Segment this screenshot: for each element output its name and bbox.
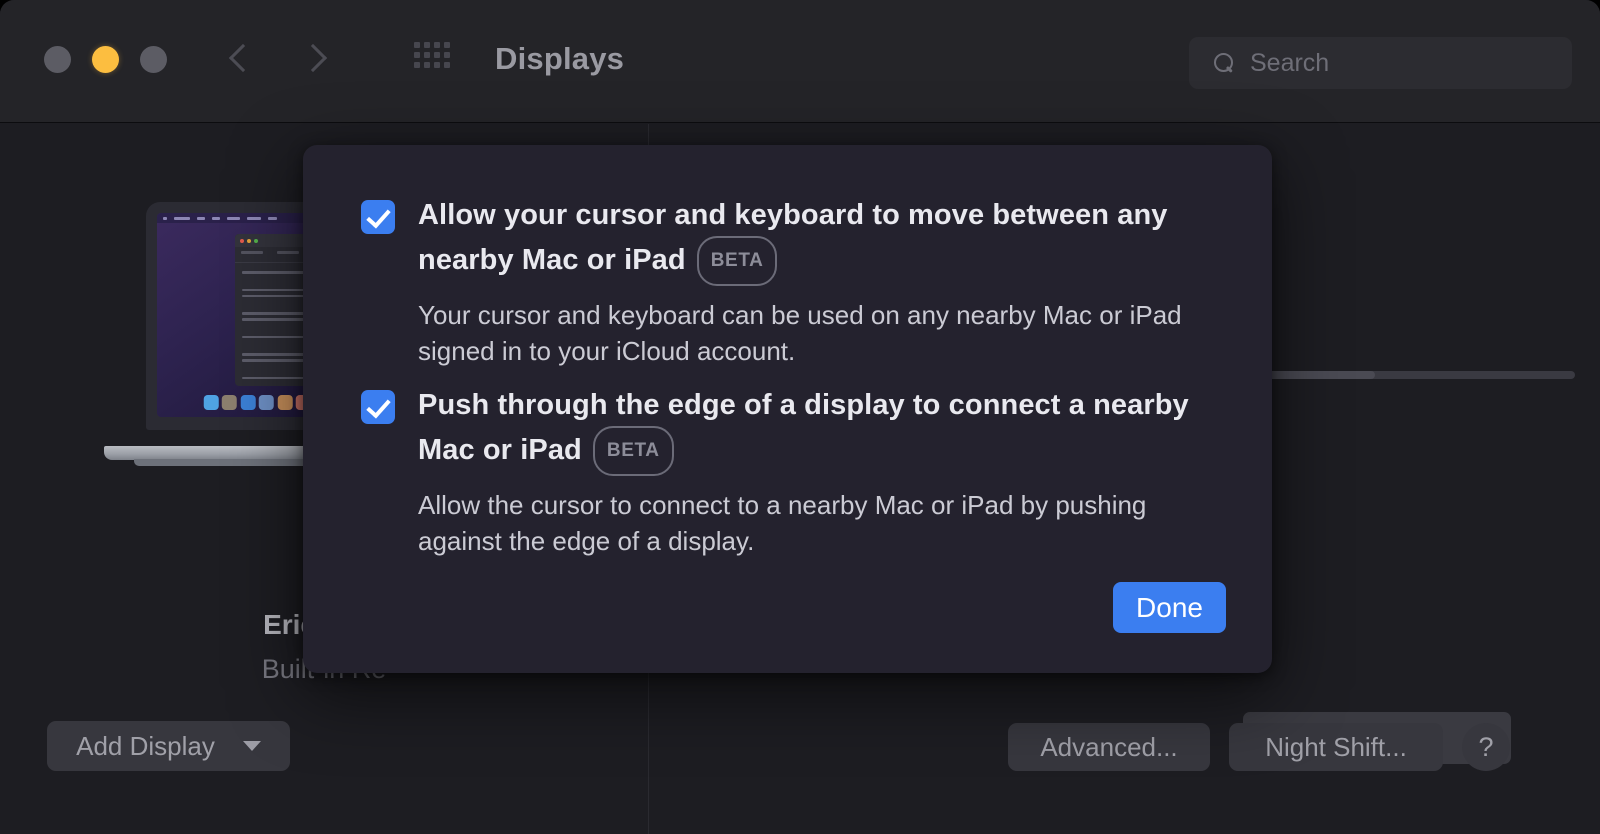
menubar-item	[174, 216, 190, 220]
menubar-apple-icon	[163, 216, 167, 220]
menubar-item	[197, 216, 205, 220]
page-title: Displays	[495, 41, 625, 76]
menubar-item	[268, 216, 277, 220]
option-description: Your cursor and keyboard can be used on …	[418, 300, 1182, 366]
universal-control-sheet: Allow your cursor and keyboard to move b…	[303, 145, 1272, 673]
option-row-push-through-edge: Push through the edge of a display to co…	[361, 385, 1221, 559]
toolbar-field	[241, 251, 263, 254]
grid-dot	[444, 62, 450, 68]
grid-dot	[414, 62, 420, 68]
dock-icon	[240, 395, 256, 410]
window-toolbar: Displays Search	[0, 0, 1600, 123]
navigation-arrows	[232, 38, 328, 76]
option-header: Push through the edge of a display to co…	[361, 385, 1221, 476]
zoom-button[interactable]	[140, 46, 167, 73]
chevron-down-icon	[242, 741, 261, 751]
grid-dot	[444, 42, 450, 48]
close-button[interactable]	[44, 46, 71, 73]
add-display-button[interactable]: Add Display	[47, 721, 290, 771]
beta-badge: BETA	[592, 426, 674, 476]
displays-preferences-window: Displays Search Eric's Built-in Add Disp…	[0, 0, 1600, 834]
advanced-button[interactable]: Advanced...	[1008, 723, 1210, 771]
option-description: Allow the cursor to connect to a nearby …	[418, 490, 1147, 556]
grid-dot	[434, 42, 440, 48]
grid-dot	[424, 42, 430, 48]
option-row-cursor-keyboard: Allow your cursor and keyboard to move b…	[361, 195, 1221, 369]
minimize-button[interactable]	[92, 46, 119, 73]
zoom-icon	[254, 238, 258, 243]
checkbox-push-through-edge[interactable]	[361, 390, 395, 424]
grid-dot	[434, 62, 440, 68]
chevron-left-icon[interactable]	[232, 38, 254, 76]
night-shift-button[interactable]: Night Shift...	[1229, 723, 1443, 771]
option-title-text: Push through the edge of a display to co…	[418, 389, 1189, 466]
checkbox-allow-cursor-keyboard[interactable]	[361, 200, 395, 234]
done-button[interactable]: Done	[1113, 582, 1226, 633]
grid-dot	[444, 52, 450, 58]
search-icon	[1213, 52, 1235, 74]
chevron-right-icon[interactable]	[306, 38, 328, 76]
option-title: Push through the edge of a display to co…	[418, 385, 1221, 476]
search-input[interactable]: Search	[1189, 37, 1572, 89]
grid-dot	[424, 52, 430, 58]
dock-icon	[221, 395, 237, 410]
traffic-light-buttons	[44, 46, 167, 73]
menubar-item	[247, 216, 261, 220]
grid-dot	[414, 52, 420, 58]
add-display-label: Add Display	[76, 730, 215, 761]
grid-dot	[414, 42, 420, 48]
dock-icon	[203, 395, 219, 410]
grid-dot	[424, 62, 430, 68]
option-header: Allow your cursor and keyboard to move b…	[361, 195, 1221, 286]
toolbar-field	[277, 251, 299, 254]
dock-icon	[277, 395, 293, 410]
search-placeholder: Search	[1250, 48, 1330, 77]
option-title: Allow your cursor and keyboard to move b…	[418, 195, 1221, 286]
minimize-icon	[247, 238, 251, 243]
dock-icon	[258, 395, 274, 410]
option-title-text: Allow your cursor and keyboard to move b…	[418, 199, 1168, 276]
grid-icon[interactable]	[414, 42, 450, 78]
help-button[interactable]: ?	[1462, 723, 1510, 771]
menubar-item	[212, 216, 220, 220]
beta-badge: BETA	[696, 236, 778, 286]
grid-dot	[434, 52, 440, 58]
menubar-item	[227, 216, 240, 220]
close-icon	[240, 238, 244, 243]
